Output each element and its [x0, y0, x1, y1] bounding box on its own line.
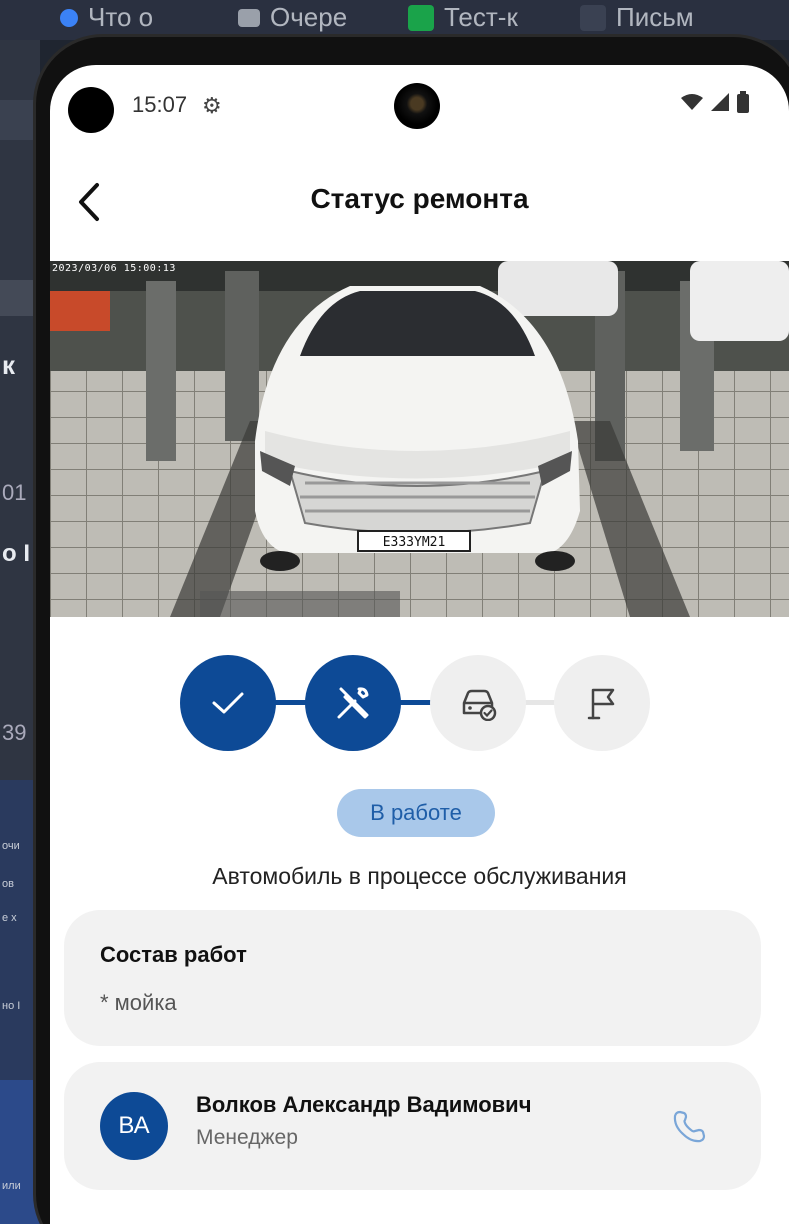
status-badge: В работе [337, 789, 495, 837]
browser-tab[interactable]: Очере [238, 2, 347, 33]
bg-text: 39 [2, 720, 27, 745]
browser-tab-label: Тест-к [444, 2, 518, 32]
system-icons [681, 91, 749, 113]
car-check-icon [462, 689, 497, 721]
works-card: Состав работ * мойка [64, 910, 761, 1046]
signal-icon [711, 93, 729, 111]
repair-progress-stepper [180, 655, 650, 751]
browser-tab-label: Что о [88, 2, 154, 32]
browser-tab[interactable]: Тест-к [408, 2, 518, 33]
step-accepted [180, 655, 276, 751]
green-flag-icon [408, 4, 434, 31]
mail-icon [580, 4, 606, 31]
bg-text: е х [2, 912, 17, 924]
bg-text: о I [2, 540, 30, 567]
front-camera-lens [394, 83, 440, 129]
call-manager-button[interactable] [668, 1106, 710, 1148]
bg-text: к [2, 350, 16, 380]
step-finished [554, 655, 650, 751]
manager-name: Волков Александр Вадимович [196, 1092, 532, 1117]
manager-card: ВА Волков Александр Вадимович Менеджер [64, 1062, 761, 1190]
browser-tab-label: Письм [616, 2, 694, 32]
avatar: ВА [100, 1092, 168, 1160]
service-camera-photo: E333YM21 2023/03/06 15:00:13 [50, 261, 789, 617]
app-screen: 15:07 ⚙ Статус ремонта E333YM21 2023/03/… [50, 65, 789, 1224]
works-list-item: * мойка [100, 990, 177, 1015]
browser-tab-label: Очере [270, 2, 348, 32]
check-icon [212, 692, 244, 714]
front-camera-hole [68, 87, 114, 133]
browser-tab[interactable]: Письм [580, 2, 694, 33]
status-bar: 15:07 ⚙ [50, 65, 789, 145]
screen-header: Статус ремонта [50, 165, 789, 245]
step-connector [270, 700, 310, 705]
gear-icon: ⚙ [202, 93, 222, 118]
step-car-ready [430, 655, 526, 751]
step-connector [395, 700, 435, 705]
fox-icon [238, 8, 260, 27]
status-time: 15:07 [132, 92, 188, 117]
bg-text: но I [2, 1000, 21, 1012]
car-photo-illustration: E333YM21 [50, 261, 789, 617]
bg-text: очи [2, 840, 20, 852]
tools-icon [337, 687, 369, 719]
bg-text: 01 [2, 480, 27, 505]
wifi-icon [681, 94, 703, 110]
page-title: Статус ремонта [310, 183, 529, 214]
bg-text: или [2, 1180, 21, 1192]
battery-icon [737, 91, 749, 113]
manager-role: Менеджер [196, 1126, 298, 1149]
flag-icon [587, 688, 615, 720]
app-icon [60, 8, 78, 27]
phone-icon [673, 1110, 706, 1143]
bg-text: ов [2, 878, 14, 890]
camera-timestamp: 2023/03/06 15:00:13 [52, 263, 176, 274]
browser-tab[interactable]: Что о [60, 2, 153, 33]
step-in-repair [305, 655, 401, 751]
status-description: Автомобиль в процессе обслуживания [212, 863, 627, 889]
license-plate: E333YM21 [383, 535, 446, 550]
works-title: Состав работ [100, 942, 247, 967]
